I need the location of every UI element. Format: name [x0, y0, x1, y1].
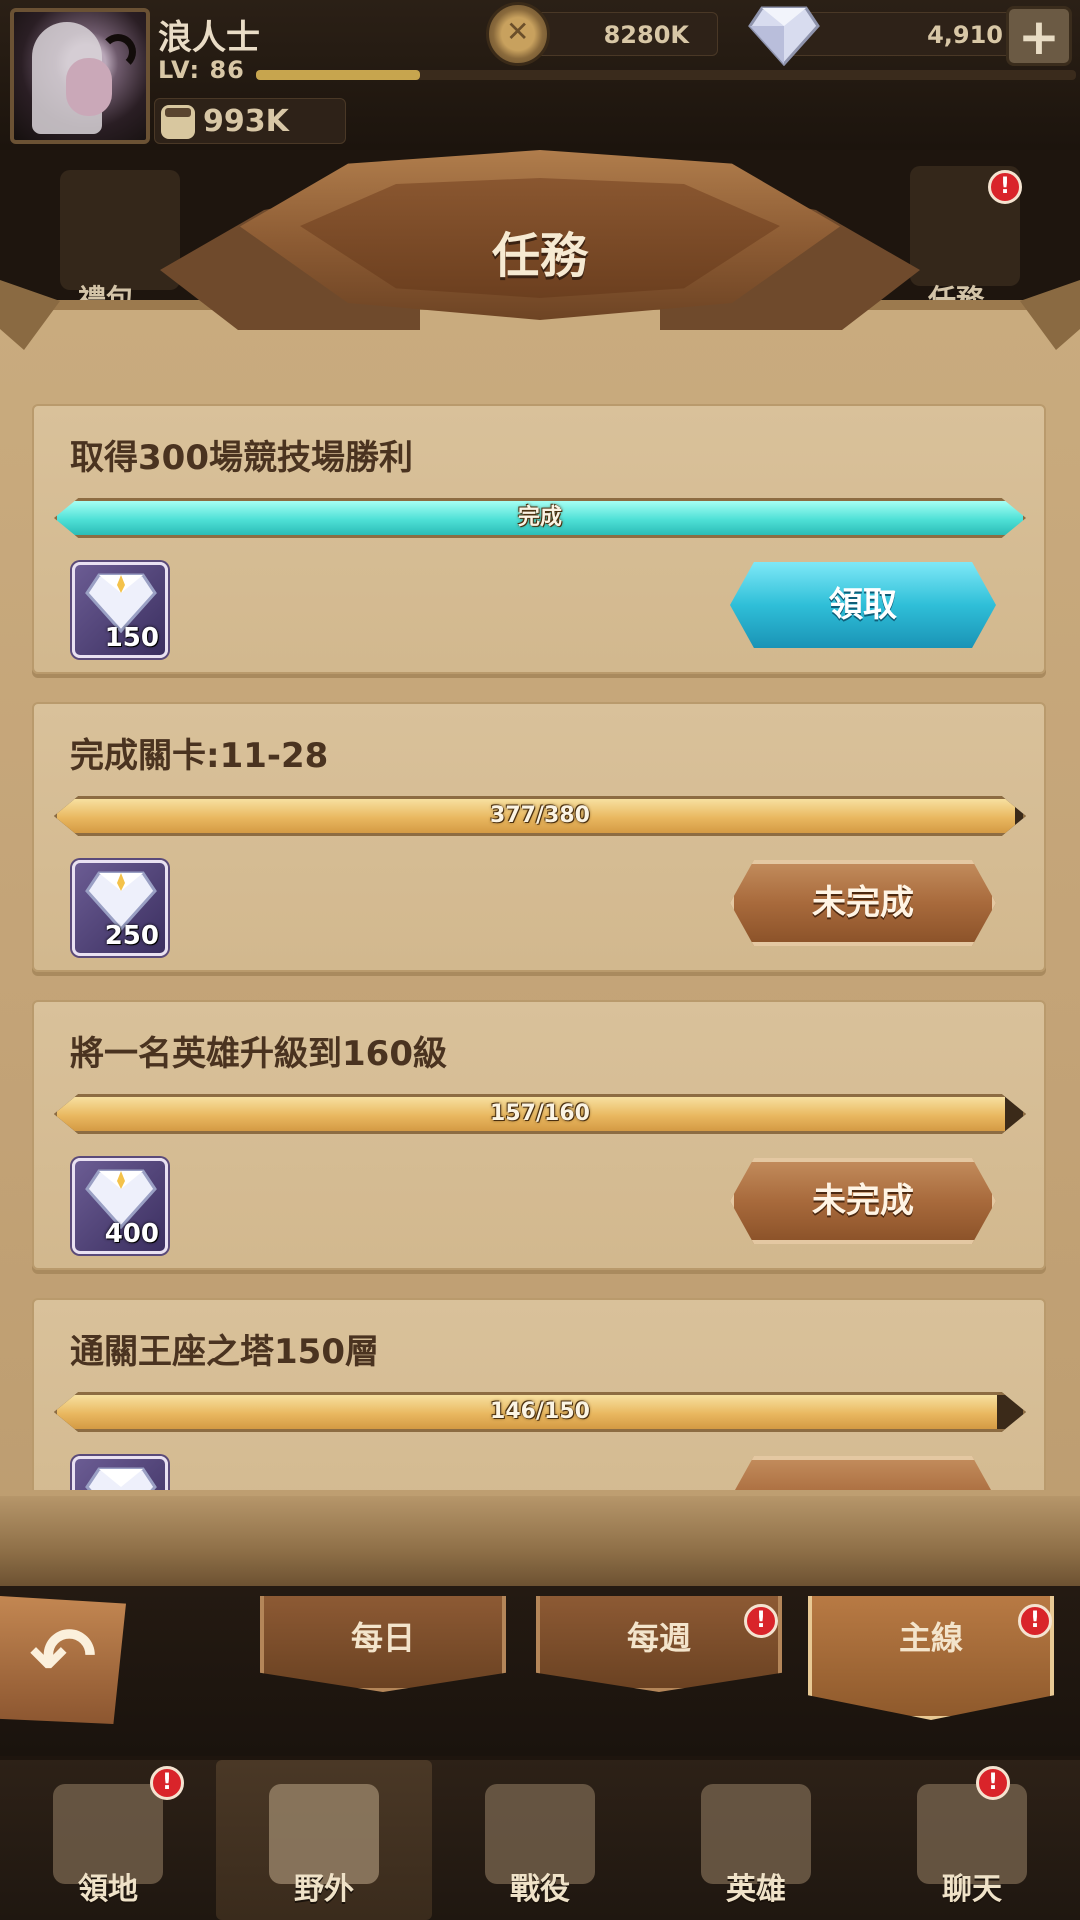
back-arrow-button[interactable]: ↶ [0, 1596, 126, 1724]
xp-bar-fill [256, 70, 420, 80]
quest-progress-bar: 377/380 [54, 796, 1026, 836]
quest-progress-bar: 完成 [54, 498, 1026, 538]
gift-pack-icon[interactable] [60, 170, 180, 290]
incomplete-button[interactable]: 未完成 [730, 1158, 996, 1244]
quest-title: 完成關卡:11-28 [70, 736, 329, 776]
add-gems-button[interactable]: + [1006, 6, 1072, 66]
quest-card: 完成關卡:11-28 377/380 250 未完成 [32, 702, 1046, 972]
diamond-reward-icon[interactable]: 400 [72, 1158, 168, 1254]
player-name: 浪人士 [158, 18, 260, 58]
quest-card: 取得300場競技場勝利 完成 150 領取 [32, 404, 1046, 674]
incomplete-button[interactable] [730, 1456, 996, 1490]
incomplete-button[interactable]: 未完成 [730, 860, 996, 946]
nav-label: 聊天 [942, 1872, 1002, 1907]
quest-title: 將一名英雄升級到160級 [70, 1034, 447, 1074]
nav-label: 戰役 [510, 1872, 570, 1907]
xp-bar [256, 70, 1076, 80]
gold-coin-icon [486, 2, 550, 66]
diamond-reward-icon[interactable] [72, 1456, 168, 1490]
nav-chat[interactable]: 聊天 [864, 1760, 1080, 1920]
panel-bottom-edge [0, 1496, 1080, 1586]
reward-quantity: 250 [104, 921, 159, 951]
quest-title: 通關王座之塔150層 [70, 1332, 379, 1372]
gold-display: 8280K [528, 12, 718, 56]
quest-progress-text: 完成 [517, 505, 562, 530]
nav-wilderness[interactable]: 野外 [216, 1760, 432, 1920]
diamond-icon [85, 1467, 157, 1490]
player-level: LV: 86 [158, 56, 245, 84]
quest-card: 通關王座之塔150層 146/150 [32, 1298, 1046, 1490]
alert-icon: ! [988, 170, 1022, 204]
quest-list[interactable]: 取得300場競技場勝利 完成 150 領取 完成關卡:11-28 377/380 [0, 400, 1080, 1490]
power-value: 993K [203, 104, 289, 139]
reward-quantity: 400 [104, 1219, 159, 1249]
alert-icon: ! [976, 1766, 1010, 1800]
power-display: 993K [154, 98, 346, 144]
quest-card: 將一名英雄升級到160級 157/160 400 未完成 [32, 1000, 1046, 1270]
alert-icon: ! [744, 1604, 778, 1638]
alert-icon: ! [150, 1766, 184, 1800]
reward-quantity: 150 [104, 623, 159, 653]
nav-heroes[interactable]: 英雄 [648, 1760, 864, 1920]
quest-progress-bar: 146/150 [54, 1392, 1026, 1432]
nav-label: 野外 [294, 1872, 354, 1907]
quest-progress-text: 146/150 [490, 1399, 590, 1424]
nav-label: 領地 [78, 1872, 138, 1907]
nav-campaign[interactable]: 戰役 [432, 1760, 648, 1920]
player-avatar[interactable] [10, 8, 150, 144]
fist-icon [161, 105, 195, 139]
tab-daily[interactable]: 每日 [260, 1596, 506, 1692]
avatar-horn [100, 34, 136, 70]
nav-label: 英雄 [726, 1872, 786, 1907]
diamond-reward-icon[interactable]: 250 [72, 860, 168, 956]
avatar-face [66, 58, 112, 116]
quest-progress-bar: 157/160 [54, 1094, 1026, 1134]
diamond-icon [748, 6, 820, 66]
quest-title: 取得300場競技場勝利 [70, 438, 413, 478]
quest-progress-text: 377/380 [490, 803, 590, 828]
alert-icon: ! [1018, 1604, 1052, 1638]
tab-main-story[interactable]: 主線 [808, 1596, 1054, 1720]
claim-button[interactable]: 領取 [730, 562, 996, 648]
gold-value: 8280K [603, 21, 689, 49]
panel-title: 任務 [491, 228, 588, 284]
tab-weekly[interactable]: 每週 [536, 1596, 782, 1692]
quest-progress-text: 157/160 [490, 1101, 590, 1126]
gem-value: 4,910 [927, 21, 1003, 49]
diamond-reward-icon[interactable]: 150 [72, 562, 168, 658]
